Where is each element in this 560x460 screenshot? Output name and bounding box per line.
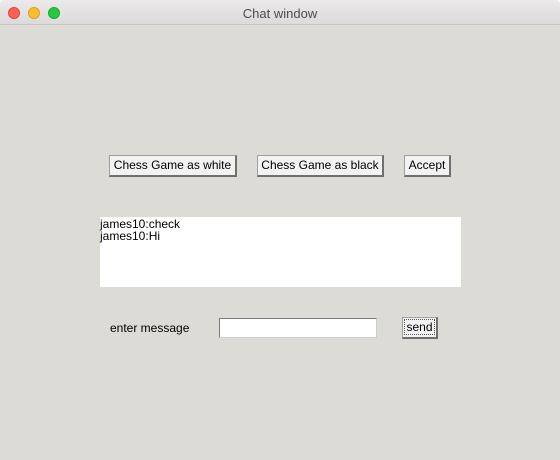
title-bar[interactable]: Chat window	[0, 0, 560, 25]
send-button[interactable]: send	[402, 317, 438, 339]
chess-game-as-white-button[interactable]: Chess Game as white	[109, 155, 237, 177]
accept-button[interactable]: Accept	[404, 155, 451, 177]
chess-game-as-black-button[interactable]: Chess Game as black	[257, 155, 384, 177]
window-title: Chat window	[242, 6, 318, 21]
enter-message-label: enter message	[110, 321, 190, 335]
close-icon[interactable]	[8, 7, 20, 19]
zoom-icon[interactable]	[48, 7, 60, 19]
minimize-icon[interactable]	[28, 7, 40, 19]
chat-message: james10:Hi	[100, 229, 161, 243]
chat-history[interactable]: james10:check james10:Hi	[100, 217, 461, 287]
message-input[interactable]	[219, 318, 377, 338]
send-button-label: send	[404, 319, 435, 335]
chat-window: Chat window Chess Game as white Chess Ga…	[0, 0, 560, 460]
